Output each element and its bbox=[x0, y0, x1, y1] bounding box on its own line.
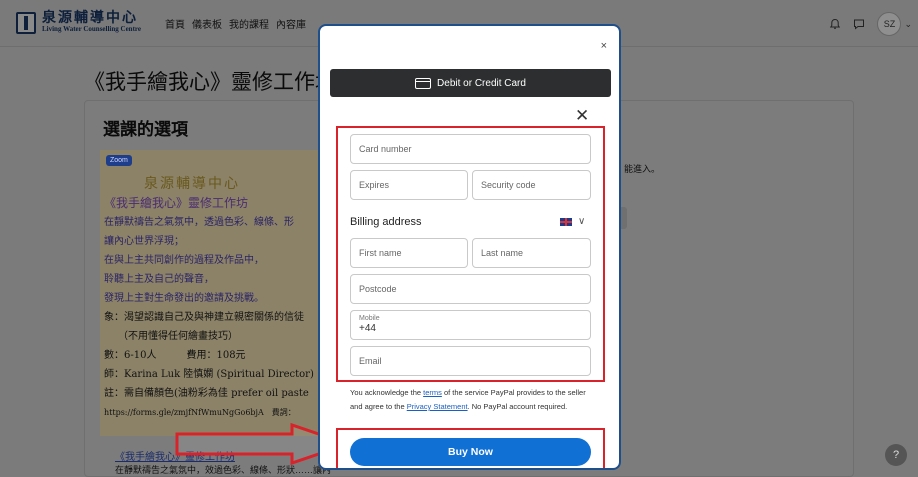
section-title: 選課的選項 bbox=[103, 120, 188, 140]
acknowledgement-text: You acknowledge the terms of the service… bbox=[350, 386, 590, 414]
poster-line: （不用懂得任何繪畫技巧） bbox=[118, 331, 238, 342]
billing-address-label: Billing address bbox=[350, 216, 422, 228]
paypal-checkout-modal: × Debit or Credit Card ✕ Card number Exp… bbox=[318, 24, 621, 470]
debit-credit-card-button[interactable]: Debit or Credit Card bbox=[330, 69, 611, 97]
card-number-field[interactable]: Card number bbox=[350, 134, 591, 164]
zoom-badge: Zoom bbox=[106, 155, 132, 166]
page-title: 《我手繪我心》靈修工作坊 bbox=[84, 70, 336, 94]
main-nav: 首頁 儀表板 我的課程 內容庫 bbox=[165, 16, 306, 31]
user-controls: SZ ⌄ bbox=[829, 12, 912, 36]
mobile-field[interactable]: Mobile +44 bbox=[350, 310, 591, 340]
buy-now-button[interactable]: Buy Now bbox=[350, 438, 591, 466]
security-code-field[interactable]: Security code bbox=[472, 170, 591, 200]
close-card-form-icon[interactable]: ✕ bbox=[575, 107, 589, 124]
first-name-field[interactable]: First name bbox=[350, 238, 468, 268]
privacy-statement-link[interactable]: Privacy Statement bbox=[407, 402, 468, 411]
chevron-down-icon[interactable]: ⌄ bbox=[904, 19, 912, 30]
email-field[interactable]: Email bbox=[350, 346, 591, 376]
bell-icon[interactable] bbox=[829, 18, 841, 30]
poster-text: 泉源輔導中心 《我手繪我心》靈修工作坊 在靜默禱告之氣氛中，透過色彩、線條、形 … bbox=[104, 175, 320, 422]
poster-line: https://forms.gle/zmjfNfWmuNgGo6bjA 費詞： bbox=[104, 408, 296, 417]
poster-line: 聆聽上主及自己的聲音， bbox=[104, 274, 214, 285]
nav-my-courses[interactable]: 我的課程 bbox=[229, 16, 269, 31]
chat-icon[interactable] bbox=[853, 18, 865, 30]
last-name-field[interactable]: Last name bbox=[472, 238, 591, 268]
credit-card-icon bbox=[415, 77, 432, 89]
poster-line: 師：Karina Luk 陸慎嫻 (Spiritual Director) bbox=[104, 369, 314, 380]
logo-chinese-name: 泉源輔導中心 bbox=[42, 10, 138, 26]
postcode-field[interactable]: Postcode bbox=[350, 274, 591, 304]
poster-line: 註：需自備顏色(油粉彩為佳 prefer oil paste bbox=[104, 388, 309, 399]
terms-link[interactable]: terms bbox=[423, 388, 442, 397]
poster-line: 象：渴望認識自己及與神建立親密關係的信徒 bbox=[104, 312, 304, 323]
mobile-label: Mobile bbox=[359, 315, 380, 322]
site-logo[interactable]: 泉源輔導中心 Living Water Counselling Centre bbox=[16, 11, 141, 34]
user-avatar[interactable]: SZ bbox=[877, 12, 902, 36]
nav-content-library[interactable]: 內容庫 bbox=[276, 16, 306, 31]
poster-title: 《我手繪我心》靈修工作坊 bbox=[104, 196, 249, 210]
ack-post: . No PayPal account required. bbox=[467, 402, 568, 411]
help-button[interactable]: ? bbox=[885, 444, 907, 466]
chevron-down-icon: ∨ bbox=[578, 216, 586, 227]
poster-org: 泉源輔導中心 bbox=[144, 176, 240, 192]
side-note: 能進入。 bbox=[624, 164, 661, 174]
poster-line: 數：6-10人 費用：108元 bbox=[104, 350, 246, 361]
uk-flag-icon bbox=[560, 217, 572, 226]
poster-line: 在與上主共同創作的過程及作品中， bbox=[104, 255, 264, 266]
card-button-label: Debit or Credit Card bbox=[437, 77, 526, 89]
mobile-value: +44 bbox=[359, 323, 376, 334]
poster-line: 在靜默禱告之氣氛中，透過色彩、線條、形 bbox=[104, 217, 294, 228]
expires-field[interactable]: Expires bbox=[350, 170, 468, 200]
poster-line: 發現上主對生命發出的邀請及挑戰。 bbox=[104, 293, 264, 304]
nav-dashboard[interactable]: 儀表板 bbox=[192, 16, 222, 31]
nav-home[interactable]: 首頁 bbox=[165, 16, 185, 31]
modal-close-icon[interactable]: × bbox=[601, 40, 607, 52]
poster-line: 讓內心世界浮現； bbox=[104, 236, 184, 247]
ack-pre: You acknowledge the bbox=[350, 388, 424, 397]
logo-english-name: Living Water Counselling Centre bbox=[42, 25, 141, 33]
country-selector[interactable]: ∨ bbox=[560, 216, 585, 227]
logo-mark-icon bbox=[16, 11, 36, 34]
